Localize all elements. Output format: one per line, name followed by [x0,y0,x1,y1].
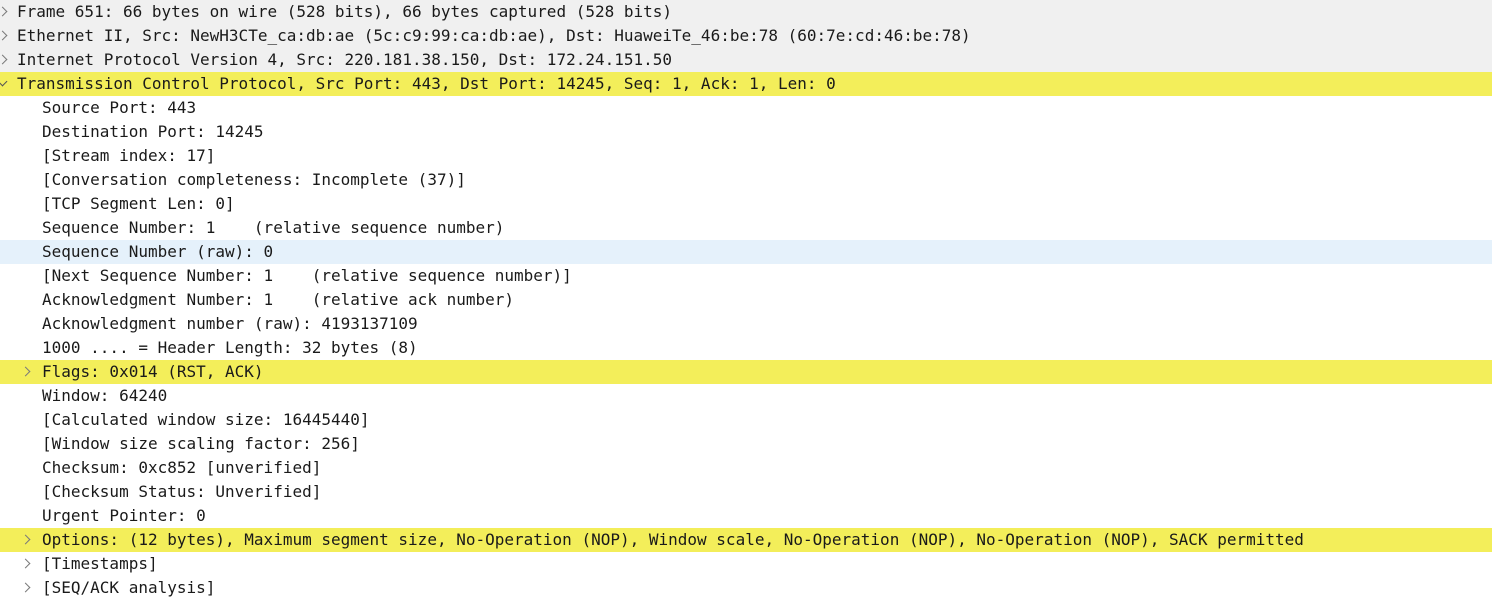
tree-item-label: Ethernet II, Src: NewH3CTe_ca:db:ae (5c:… [17,26,971,45]
chevron-right-icon[interactable] [0,0,10,24]
tree-item-conversation-completeness[interactable]: [Conversation completeness: Incomplete (… [0,168,1492,192]
tree-item-label: Checksum: 0xc852 [unverified] [42,458,322,477]
tree-item-tcp[interactable]: Transmission Control Protocol, Src Port:… [0,72,1492,96]
tree-item-ip[interactable]: Internet Protocol Version 4, Src: 220.18… [0,48,1492,72]
tree-item-stream-index[interactable]: [Stream index: 17] [0,144,1492,168]
chevron-right-icon[interactable] [19,528,33,552]
tree-item-label: [Timestamps] [42,554,158,573]
tree-item-ack-number[interactable]: Acknowledgment Number: 1 (relative ack n… [0,288,1492,312]
tree-item-timestamps[interactable]: [Timestamps] [0,552,1492,576]
chevron-right-icon[interactable] [19,360,33,384]
chevron-down-icon[interactable] [0,72,10,96]
tree-item-next-seq-number[interactable]: [Next Sequence Number: 1 (relative seque… [0,264,1492,288]
tree-item-label: [TCP Segment Len: 0] [42,194,235,213]
tree-item-window-scaling[interactable]: [Window size scaling factor: 256] [0,432,1492,456]
tree-item-flags[interactable]: Flags: 0x014 (RST, ACK) [0,360,1492,384]
tree-item-source-port[interactable]: Source Port: 443 [0,96,1492,120]
tree-item-label: [Next Sequence Number: 1 (relative seque… [42,266,572,285]
tree-item-label: [Conversation completeness: Incomplete (… [42,170,466,189]
tree-item-label: Options: (12 bytes), Maximum segment siz… [42,530,1304,549]
tree-item-ethernet[interactable]: Ethernet II, Src: NewH3CTe_ca:db:ae (5c:… [0,24,1492,48]
tree-item-label: [Calculated window size: 16445440] [42,410,370,429]
tree-item-label: Acknowledgment Number: 1 (relative ack n… [42,290,515,309]
tree-item-calculated-window[interactable]: [Calculated window size: 16445440] [0,408,1492,432]
tree-item-urgent-pointer[interactable]: Urgent Pointer: 0 [0,504,1492,528]
chevron-right-icon[interactable] [19,576,33,600]
packet-details-tree: Frame 651: 66 bytes on wire (528 bits), … [0,0,1492,614]
chevron-right-icon[interactable] [19,552,33,576]
tree-item-label: Source Port: 443 [42,98,197,117]
tree-item-label: [Window size scaling factor: 256] [42,434,360,453]
tree-item-seq-number[interactable]: Sequence Number: 1 (relative sequence nu… [0,216,1492,240]
tree-item-label: Sequence Number: 1 (relative sequence nu… [42,218,505,237]
tree-item-segment-len[interactable]: [TCP Segment Len: 0] [0,192,1492,216]
tree-item-label: Frame 651: 66 bytes on wire (528 bits), … [17,2,673,21]
tree-item-checksum[interactable]: Checksum: 0xc852 [unverified] [0,456,1492,480]
tree-item-window[interactable]: Window: 64240 [0,384,1492,408]
tree-item-label: Window: 64240 [42,386,168,405]
tree-item-label: Destination Port: 14245 [42,122,264,141]
tree-item-options[interactable]: Options: (12 bytes), Maximum segment siz… [0,528,1492,552]
tree-item-destination-port[interactable]: Destination Port: 14245 [0,120,1492,144]
tree-item-label: [Stream index: 17] [42,146,216,165]
tree-item-label: 1000 .... = Header Length: 32 bytes (8) [42,338,418,357]
tree-item-seq-number-raw[interactable]: Sequence Number (raw): 0 [0,240,1492,264]
tree-item-frame[interactable]: Frame 651: 66 bytes on wire (528 bits), … [0,0,1492,24]
tree-item-label: Transmission Control Protocol, Src Port:… [17,74,836,93]
tree-item-label: Sequence Number (raw): 0 [42,242,274,261]
tree-item-label: Flags: 0x014 (RST, ACK) [42,362,264,381]
tree-item-label: Acknowledgment number (raw): 4193137109 [42,314,418,333]
chevron-right-icon[interactable] [0,48,10,72]
tree-item-seq-ack-analysis[interactable]: [SEQ/ACK analysis] [0,576,1492,600]
chevron-right-icon[interactable] [0,24,10,48]
tree-item-label: [SEQ/ACK analysis] [42,578,216,597]
tree-item-checksum-status[interactable]: [Checksum Status: Unverified] [0,480,1492,504]
tree-item-label: [Checksum Status: Unverified] [42,482,322,501]
tree-item-label: Internet Protocol Version 4, Src: 220.18… [17,50,673,69]
tree-item-header-length[interactable]: 1000 .... = Header Length: 32 bytes (8) [0,336,1492,360]
tree-item-label: Urgent Pointer: 0 [42,506,206,525]
tree-item-ack-number-raw[interactable]: Acknowledgment number (raw): 4193137109 [0,312,1492,336]
